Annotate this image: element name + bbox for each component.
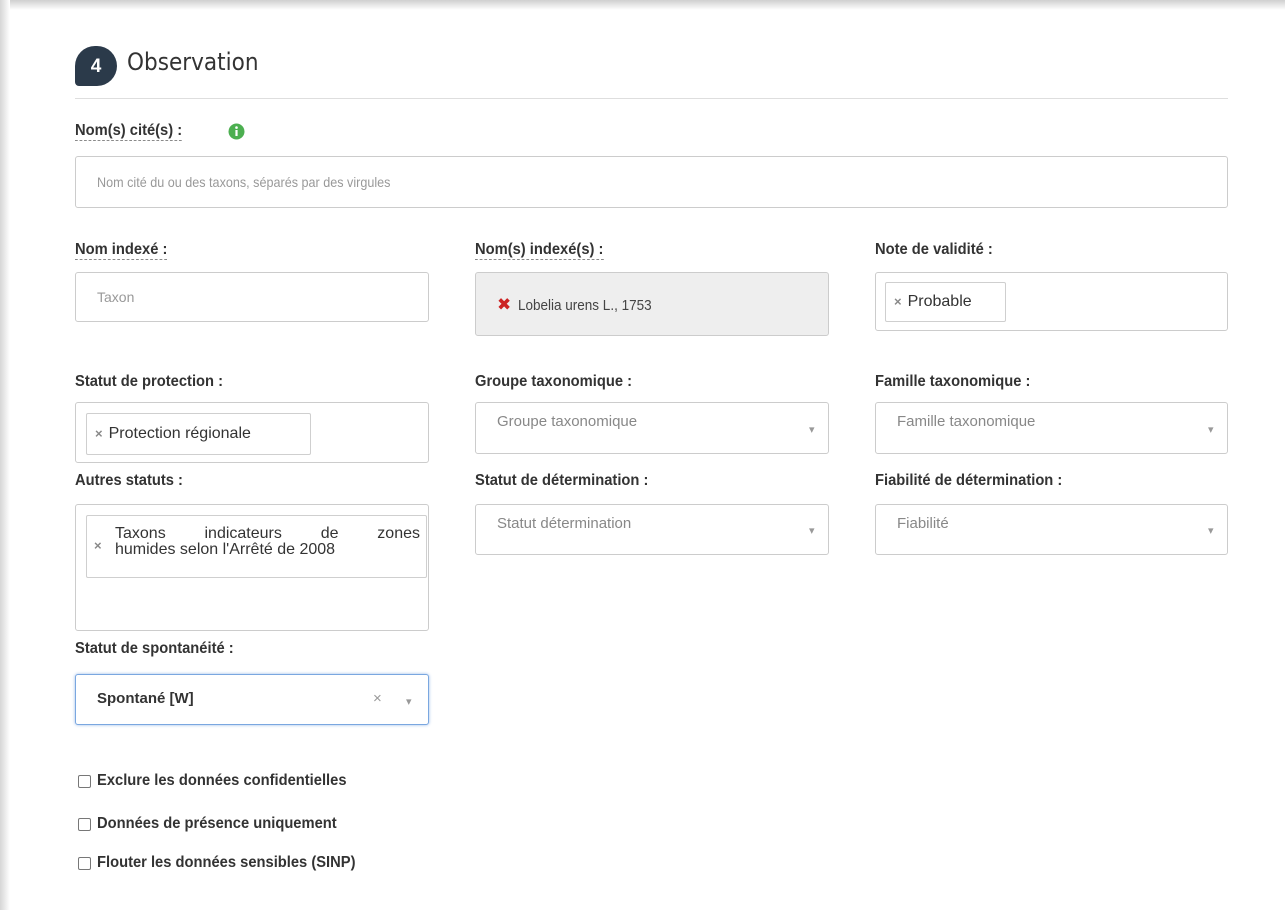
noms-indexes-label-text: Nom(s) indexé(s) :	[475, 241, 604, 260]
noms-indexes-label: Nom(s) indexé(s) :	[475, 241, 604, 260]
nom-indexe-label-text: Nom indexé :	[75, 241, 168, 260]
note-validite-label: Note de validité :	[875, 241, 993, 258]
zones-humides-line-2: humides selon l'Arrêté de 2008	[115, 541, 336, 558]
fiabilite-placeholder: Fiabilité	[897, 515, 949, 532]
autres-statuts-label: Autres statuts :	[75, 472, 183, 489]
zones-humides-tag: × Taxons indicateurs de zones humides se…	[86, 515, 427, 578]
info-circle-icon[interactable]	[228, 123, 245, 140]
nom-indexe-placeholder: Taxon	[97, 289, 135, 305]
remove-protection-button[interactable]: ×	[95, 426, 103, 441]
spontaneite-value: Spontané [W]	[97, 690, 194, 707]
window-shadow-left	[0, 0, 10, 910]
famille-taxo-select[interactable]: Famille taxonomique ▾	[875, 402, 1228, 454]
checkbox-box[interactable]	[78, 856, 91, 870]
checkbox-exclure-label: Exclure les données confidentielles	[97, 772, 347, 789]
note-validite-select[interactable]: × Probable	[875, 272, 1228, 331]
probable-tag-label: Probable	[907, 293, 972, 310]
nom-cites-input[interactable]: Nom cité du ou des taxons, séparés par d…	[75, 156, 1228, 208]
statut-determination-label: Statut de détermination :	[475, 472, 649, 489]
statut-protection-select[interactable]: × Protection régionale	[75, 402, 429, 463]
spontaneite-select[interactable]: Spontané [W] × ▾	[75, 674, 429, 725]
section-title: Observation	[127, 48, 259, 76]
nom-cites-label-text: Nom(s) cité(s) :	[75, 122, 183, 141]
window-shadow-top	[0, 0, 1285, 10]
checkbox-box[interactable]	[78, 774, 91, 788]
chevron-down-icon: ▾	[809, 424, 815, 436]
checkbox-box[interactable]	[78, 817, 91, 831]
groupe-taxo-select[interactable]: Groupe taxonomique ▾	[475, 402, 829, 454]
remove-zones-humides-button[interactable]: ×	[94, 538, 102, 553]
famille-taxo-placeholder: Famille taxonomique	[897, 413, 1036, 430]
protection-regionale-tag-label: Protection régionale	[108, 425, 251, 442]
checkbox-flouter[interactable]: Flouter les données sensibles (SINP)	[78, 854, 378, 872]
checkbox-flouter-label: Flouter les données sensibles (SINP)	[97, 854, 356, 871]
zones-humides-line-1: Taxons indicateurs de zones	[115, 525, 420, 542]
chevron-down-icon[interactable]: ▾	[406, 695, 412, 708]
section-header: 4 Observation	[75, 44, 1228, 99]
chevron-down-icon: ▾	[1208, 525, 1214, 537]
nom-cites-placeholder: Nom cité du ou des taxons, séparés par d…	[97, 174, 391, 190]
famille-taxo-label: Famille taxonomique :	[875, 373, 1031, 390]
protection-regionale-tag: × Protection régionale	[86, 413, 311, 455]
chevron-down-icon: ▾	[1208, 424, 1214, 436]
spontaneite-label: Statut de spontanéité :	[75, 640, 234, 657]
groupe-taxo-placeholder: Groupe taxonomique	[497, 413, 638, 430]
nom-cites-label: Nom(s) cité(s) :	[75, 122, 183, 141]
remove-taxon-icon[interactable]: ✖	[497, 295, 511, 315]
checkbox-presence-label: Données de présence uniquement	[97, 815, 337, 832]
statut-protection-label: Statut de protection :	[75, 373, 224, 390]
checkbox-exclure[interactable]: Exclure les données confidentielles	[78, 772, 368, 790]
remove-probable-button[interactable]: ×	[894, 294, 902, 309]
noms-indexes-value: Lobelia urens L., 1753	[518, 297, 652, 314]
clear-icon[interactable]: ×	[373, 690, 382, 707]
nom-indexe-input[interactable]: Taxon	[75, 272, 429, 322]
statut-determination-placeholder: Statut détermination	[497, 515, 632, 532]
groupe-taxo-label: Groupe taxonomique :	[475, 373, 633, 390]
fiabilite-label: Fiabilité de détermination :	[875, 472, 1063, 489]
noms-indexes-field: ✖ Lobelia urens L., 1753	[475, 272, 829, 336]
nom-indexe-label: Nom indexé :	[75, 241, 168, 260]
fiabilite-select[interactable]: Fiabilité ▾	[875, 504, 1228, 555]
statut-determination-select[interactable]: Statut détermination ▾	[475, 504, 829, 555]
autres-statuts-select[interactable]: × Taxons indicateurs de zones humides se…	[75, 504, 429, 631]
chevron-down-icon: ▾	[809, 525, 815, 537]
checkbox-presence[interactable]: Données de présence uniquement	[78, 815, 358, 833]
step-badge: 4	[75, 46, 117, 86]
probable-tag: × Probable	[885, 282, 1006, 322]
